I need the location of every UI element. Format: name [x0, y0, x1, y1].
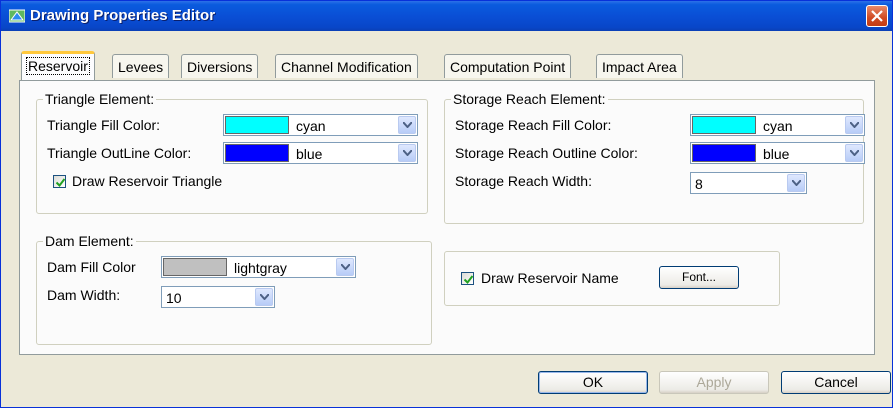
tab-levees[interactable]: Levees	[112, 54, 170, 78]
triangle-outline-swatch	[225, 144, 289, 162]
storage-outline-value: blue	[763, 146, 790, 162]
chevron-down-icon[interactable]	[336, 258, 354, 276]
dam-element-group: Dam Element: Dam Fill Color lightgray Da…	[36, 233, 432, 345]
draw-reservoir-name-label: Draw Reservoir Name	[481, 270, 619, 286]
ok-button[interactable]: OK	[538, 371, 648, 394]
triangle-outline-value: blue	[296, 146, 323, 162]
tab-panel-reservoir: Triangle Element: Triangle Fill Color: c…	[19, 80, 875, 355]
chevron-down-icon[interactable]	[787, 174, 805, 192]
title-bar[interactable]: Drawing Properties Editor	[1, 1, 892, 31]
tab-impact-area[interactable]: Impact Area	[596, 54, 683, 78]
dam-element-legend: Dam Element:	[43, 233, 136, 249]
dam-width-select[interactable]: 10	[161, 286, 275, 308]
tab-channel-modification[interactable]: Channel Modification	[275, 54, 418, 78]
triangle-element-legend: Triangle Element:	[43, 91, 157, 107]
storage-fill-swatch	[692, 116, 756, 134]
dialog-window: Drawing Properties Editor Reservoir Leve…	[0, 0, 893, 408]
chevron-down-icon[interactable]	[398, 144, 416, 162]
triangle-fill-swatch	[225, 116, 289, 134]
storage-reach-element-legend: Storage Reach Element:	[451, 91, 608, 107]
apply-button[interactable]: Apply	[659, 371, 769, 394]
dam-fill-label: Dam Fill Color	[47, 259, 136, 275]
tab-diversions[interactable]: Diversions	[181, 54, 259, 78]
draw-reservoir-name-checkbox[interactable]	[461, 272, 474, 285]
chevron-down-icon[interactable]	[845, 116, 863, 134]
reservoir-name-group: Draw Reservoir Name Font...	[444, 251, 780, 306]
dam-fill-value: lightgray	[234, 260, 287, 276]
chevron-down-icon[interactable]	[398, 116, 416, 134]
window-title: Drawing Properties Editor	[30, 7, 216, 24]
triangle-fill-color-select[interactable]: cyan	[223, 114, 418, 136]
tab-computation-point[interactable]: Computation Point	[444, 54, 572, 78]
dam-width-value: 10	[166, 290, 182, 306]
storage-width-label: Storage Reach Width:	[455, 173, 592, 189]
dam-fill-color-select[interactable]: lightgray	[161, 256, 356, 278]
triangle-fill-label: Triangle Fill Color:	[47, 117, 161, 133]
storage-width-value: 8	[695, 176, 703, 192]
triangle-outline-label: Triangle OutLine Color:	[47, 145, 192, 161]
storage-outline-swatch	[692, 144, 756, 162]
storage-fill-label: Storage Reach Fill Color:	[455, 117, 612, 133]
close-icon[interactable]	[866, 5, 888, 27]
chevron-down-icon[interactable]	[845, 144, 863, 162]
cancel-button[interactable]: Cancel	[781, 371, 891, 394]
storage-outline-color-select[interactable]: blue	[690, 142, 865, 164]
triangle-fill-value: cyan	[296, 118, 326, 134]
draw-reservoir-triangle-label: Draw Reservoir Triangle	[72, 173, 223, 189]
storage-width-select[interactable]: 8	[690, 172, 807, 194]
storage-reach-element-group: Storage Reach Element: Storage Reach Fil…	[444, 91, 865, 224]
app-icon	[9, 9, 25, 23]
dam-width-label: Dam Width:	[47, 287, 121, 303]
dam-fill-swatch	[163, 258, 227, 276]
draw-reservoir-triangle-checkbox[interactable]	[53, 175, 66, 188]
storage-outline-label: Storage Reach Outline Color:	[455, 145, 638, 161]
storage-fill-value: cyan	[763, 118, 793, 134]
triangle-outline-color-select[interactable]: blue	[223, 142, 418, 164]
tab-reservoir[interactable]: Reservoir	[21, 51, 95, 80]
storage-fill-color-select[interactable]: cyan	[690, 114, 865, 136]
triangle-element-group: Triangle Element: Triangle Fill Color: c…	[36, 91, 428, 214]
font-button[interactable]: Font...	[659, 266, 739, 289]
chevron-down-icon[interactable]	[255, 288, 273, 306]
